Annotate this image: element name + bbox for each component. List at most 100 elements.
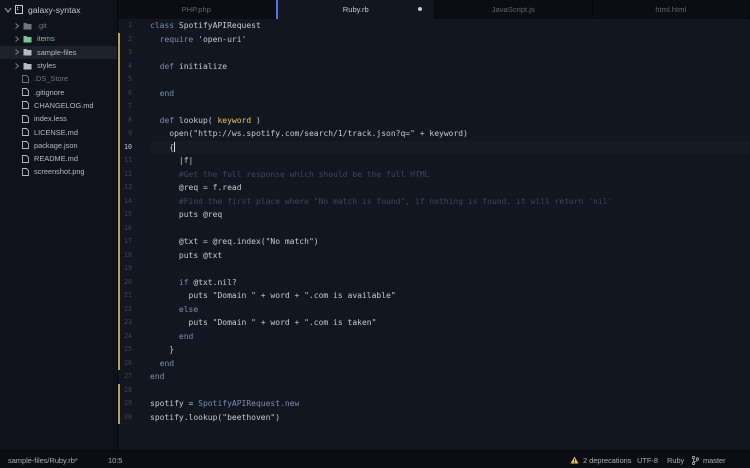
tree-folder[interactable]: .git [0,19,117,32]
tree-file[interactable]: index.less [0,112,117,125]
line-number[interactable]: 4 [118,60,142,74]
line-number[interactable]: 9 [118,127,142,141]
code-token: "Domain " [212,318,256,327]
tree-folder[interactable]: sample-files [0,45,117,59]
code-line[interactable]: #Get the full response which should be t… [150,168,750,182]
modified-dot-icon[interactable] [418,7,422,11]
line-number[interactable]: 22 [118,303,142,317]
tree-folder[interactable]: styles [0,59,117,72]
line-number[interactable]: 1 [118,19,142,33]
line-number[interactable]: 18 [118,249,142,263]
code-token: @txt = @req.index( [150,237,266,246]
tab-bar: PHP.php Ruby.rb JavaScript.js html.html [118,0,750,19]
line-number[interactable]: 25 [118,343,142,357]
code-token: |f| [150,156,194,165]
code-line[interactable]: class SpotifyAPIRequest [150,19,750,33]
code-line[interactable]: def initialize [150,60,750,74]
line-number[interactable]: 12 [118,168,142,182]
code-line[interactable]: spotify = SpotifyAPIRequest.new [150,397,750,411]
code-line[interactable]: end [150,357,750,371]
line-number[interactable]: 10 [118,141,142,155]
line-number[interactable]: 28 [118,384,142,398]
code-line[interactable]: puts @txt [150,249,750,263]
code-area[interactable]: class SpotifyAPIRequest require 'open-ur… [150,19,750,450]
line-number[interactable]: 26 [118,357,142,371]
code-token: "http://ws.spotify.com/search/1/track.js… [193,129,415,138]
repo-icon [15,4,23,14]
tree-item-label: .gitignore [34,87,65,97]
line-number[interactable]: 20 [118,276,142,290]
line-number[interactable]: 16 [118,222,142,236]
editor-tab[interactable]: html.html [593,0,750,19]
code-line[interactable]: } [150,343,750,357]
code-line[interactable]: puts "Domain " + word + ".com is availab… [150,289,750,303]
code-line[interactable]: else [150,303,750,317]
line-number[interactable]: 14 [118,195,142,209]
status-grammar[interactable]: Ruby [667,451,684,468]
tree-file[interactable]: .gitignore [0,85,117,98]
line-number[interactable]: 13 [118,181,142,195]
line-number[interactable]: 29 [118,397,142,411]
code-line[interactable]: spotify.lookup("beethoven") [150,411,750,425]
line-number[interactable]: 15 [118,208,142,222]
line-number[interactable]: 11 [118,154,142,168]
line-number[interactable]: 7 [118,100,142,114]
text-editor[interactable]: 1 2 3 4 5 6 7 8 9 10 11 12 13 14 15 16 17 18 19 20 21 22 23 24 2… [118,19,750,450]
code-line[interactable]: @txt = @req.index("No match") [150,235,750,249]
code-line[interactable]: { [150,140,750,154]
tree-folder[interactable]: items [0,32,117,45]
line-number[interactable]: 8 [118,114,142,128]
project-root[interactable]: galaxy-syntax [0,0,117,19]
code-line[interactable] [150,100,750,114]
code-line[interactable]: if @txt.nil? [150,276,750,290]
code-line[interactable]: end [150,87,750,101]
line-number[interactable]: 24 [118,330,142,344]
code-token: ".com is available" [304,291,396,300]
status-git-branch[interactable]: master [692,451,726,468]
line-number[interactable]: 5 [118,73,142,87]
code-token: end [150,372,165,381]
editor-tab[interactable]: JavaScript.js [435,0,593,19]
line-number[interactable]: 17 [118,235,142,249]
status-encoding[interactable]: UTF-8 [637,451,658,468]
tree-file[interactable]: package.json [0,139,117,152]
code-line[interactable]: puts @req [150,208,750,222]
code-token: + word + [255,318,305,327]
status-file-path[interactable]: sample-files/Ruby.rb* [8,451,78,468]
line-number[interactable]: 6 [118,87,142,101]
line-number[interactable]: 27 [118,370,142,384]
editor-tab[interactable]: Ruby.rb [275,0,435,19]
code-line[interactable] [150,222,750,236]
code-line[interactable]: @req = f.read [150,181,750,195]
tree-file[interactable]: .DS_Store [0,72,117,85]
tree-file[interactable]: README.md [0,152,117,165]
code-token: ) [275,412,281,422]
code-line[interactable] [150,73,750,87]
line-number[interactable]: 23 [118,316,142,330]
editor-tab[interactable]: PHP.php [118,0,276,19]
code-line[interactable]: |f| [150,154,750,168]
code-line[interactable]: require 'open-uri' [150,33,750,47]
tree-file[interactable]: CHANGELOG.md [0,99,117,112]
chevron-right-icon [15,49,20,56]
code-line[interactable]: end [150,370,750,384]
line-number[interactable]: 3 [118,46,142,60]
code-line[interactable] [150,384,750,398]
line-number[interactable]: 19 [118,262,142,276]
line-number[interactable]: 30 [118,411,142,425]
code-line[interactable]: #Find the first place where "No match is… [150,195,750,209]
chevron-right-icon [15,62,20,69]
tree-file[interactable]: screenshot.png [0,165,117,178]
code-line[interactable] [150,46,750,60]
code-line[interactable]: def lookup( keyword ) [150,114,750,128]
code-line[interactable] [150,262,750,276]
code-line[interactable]: open("http://ws.spotify.com/search/1/tra… [150,127,750,141]
line-number[interactable]: 2 [118,33,142,47]
line-number[interactable]: 21 [118,289,142,303]
code-line[interactable]: puts "Domain " + word + ".com is taken" [150,316,750,330]
tree-file[interactable]: LICENSE.md [0,125,117,138]
code-token: lookup( [178,115,218,125]
status-cursor-position[interactable]: 10:5 [108,451,122,468]
deprecation-cop-status[interactable]: 2 deprecations [570,451,631,468]
code-line[interactable]: end [150,330,750,344]
